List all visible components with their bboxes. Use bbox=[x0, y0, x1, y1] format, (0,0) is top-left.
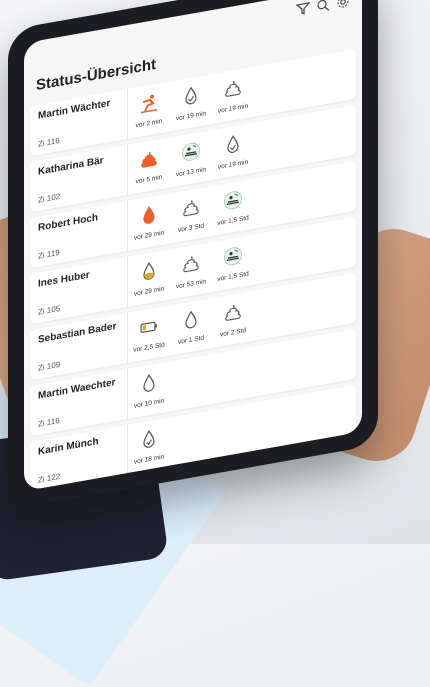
stool-icon bbox=[181, 196, 201, 225]
status-item[interactable]: vor 19 min bbox=[170, 82, 212, 123]
status-item[interactable]: vor 29 min bbox=[128, 201, 170, 242]
status-time: vor 2,5 Std bbox=[133, 341, 165, 354]
status-item[interactable]: vor 18 min bbox=[128, 425, 170, 466]
status-time: vor 1,5 Std bbox=[217, 270, 249, 284]
drop-icon bbox=[139, 371, 159, 400]
patient-name: Robert Hoch bbox=[38, 212, 98, 234]
status-item[interactable]: vor 29 min bbox=[128, 257, 170, 298]
status-item[interactable]: vor 2,5 Std bbox=[128, 313, 170, 354]
drop-icon bbox=[139, 203, 159, 232]
room-number: Zi 102 bbox=[38, 191, 61, 205]
patient-cell: Ines Huber Zi 105 bbox=[30, 256, 128, 325]
tablet: Status-Übersicht Martin Wächter Zi 116 vor… bbox=[8, 0, 378, 510]
patient-cell: Katharina Bär Zi 102 bbox=[30, 144, 128, 213]
bed-position-icon bbox=[223, 189, 243, 218]
patient-cell: Sebastian Bader Zi 109 bbox=[30, 312, 128, 381]
patient-name: Katharina Bär bbox=[38, 155, 104, 178]
patient-name: Sebastian Bader bbox=[38, 320, 117, 346]
room-number: Zi 119 bbox=[38, 247, 60, 261]
battery-low-icon bbox=[139, 315, 159, 344]
drop-icon bbox=[181, 308, 201, 337]
gear-icon[interactable] bbox=[336, 0, 350, 10]
bed-position-icon bbox=[181, 140, 201, 169]
stool-icon bbox=[139, 147, 159, 176]
patient-name: Ines Huber bbox=[38, 269, 90, 290]
search-icon[interactable] bbox=[316, 0, 330, 14]
patient-list: Martin Wächter Zi 116 vor 2 min vor 19 min v… bbox=[24, 48, 362, 492]
bed-position-icon bbox=[223, 245, 243, 274]
status-item[interactable]: vor 1 Std bbox=[170, 306, 212, 347]
room-number: Zi 109 bbox=[38, 359, 61, 373]
patient-cell: Robert Hoch Zi 119 bbox=[30, 200, 128, 269]
status-item[interactable]: vor 1,5 Std bbox=[212, 243, 254, 284]
drop-check-icon bbox=[181, 84, 201, 113]
patient-name: Karin Münch bbox=[38, 436, 99, 458]
app-screen: Status-Übersicht Martin Wächter Zi 116 vor… bbox=[24, 0, 362, 492]
status-item[interactable]: vor 10 min bbox=[128, 369, 170, 410]
status-item[interactable]: vor 3 Std bbox=[170, 194, 212, 235]
patient-name: Martin Waechter bbox=[38, 377, 116, 402]
status-item[interactable]: vor 53 min bbox=[170, 250, 212, 291]
status-item[interactable]: vor 13 min bbox=[170, 138, 212, 179]
patient-cell: Karin Münch Zi 122 bbox=[30, 424, 128, 492]
patient-cell: Martin Waechter Zi 116 bbox=[30, 368, 128, 437]
drop-check-icon bbox=[223, 133, 243, 162]
stool-icon bbox=[223, 301, 243, 330]
filter-icon[interactable] bbox=[295, 1, 311, 17]
room-number: Zi 116 bbox=[38, 415, 60, 429]
drop-half-icon bbox=[139, 259, 159, 288]
status-item[interactable]: vor 2 Std bbox=[212, 299, 254, 340]
stool-icon bbox=[181, 252, 201, 281]
drop-check-icon bbox=[139, 427, 159, 456]
status-item[interactable]: vor 19 min bbox=[212, 75, 254, 116]
status-time: vor 1,5 Std bbox=[217, 214, 249, 228]
fall-alert-icon bbox=[139, 91, 159, 120]
status-item[interactable]: vor 1,5 Std bbox=[212, 187, 254, 228]
status-item[interactable]: vor 5 min bbox=[128, 145, 170, 186]
room-number: Zi 116 bbox=[38, 135, 60, 149]
header-icons bbox=[295, 0, 350, 17]
room-number: Zi 105 bbox=[38, 303, 61, 317]
room-number: Zi 122 bbox=[38, 471, 61, 485]
status-item[interactable]: vor 2 min bbox=[128, 89, 170, 130]
status-item[interactable]: vor 19 min bbox=[212, 131, 254, 172]
stool-icon bbox=[223, 77, 243, 106]
